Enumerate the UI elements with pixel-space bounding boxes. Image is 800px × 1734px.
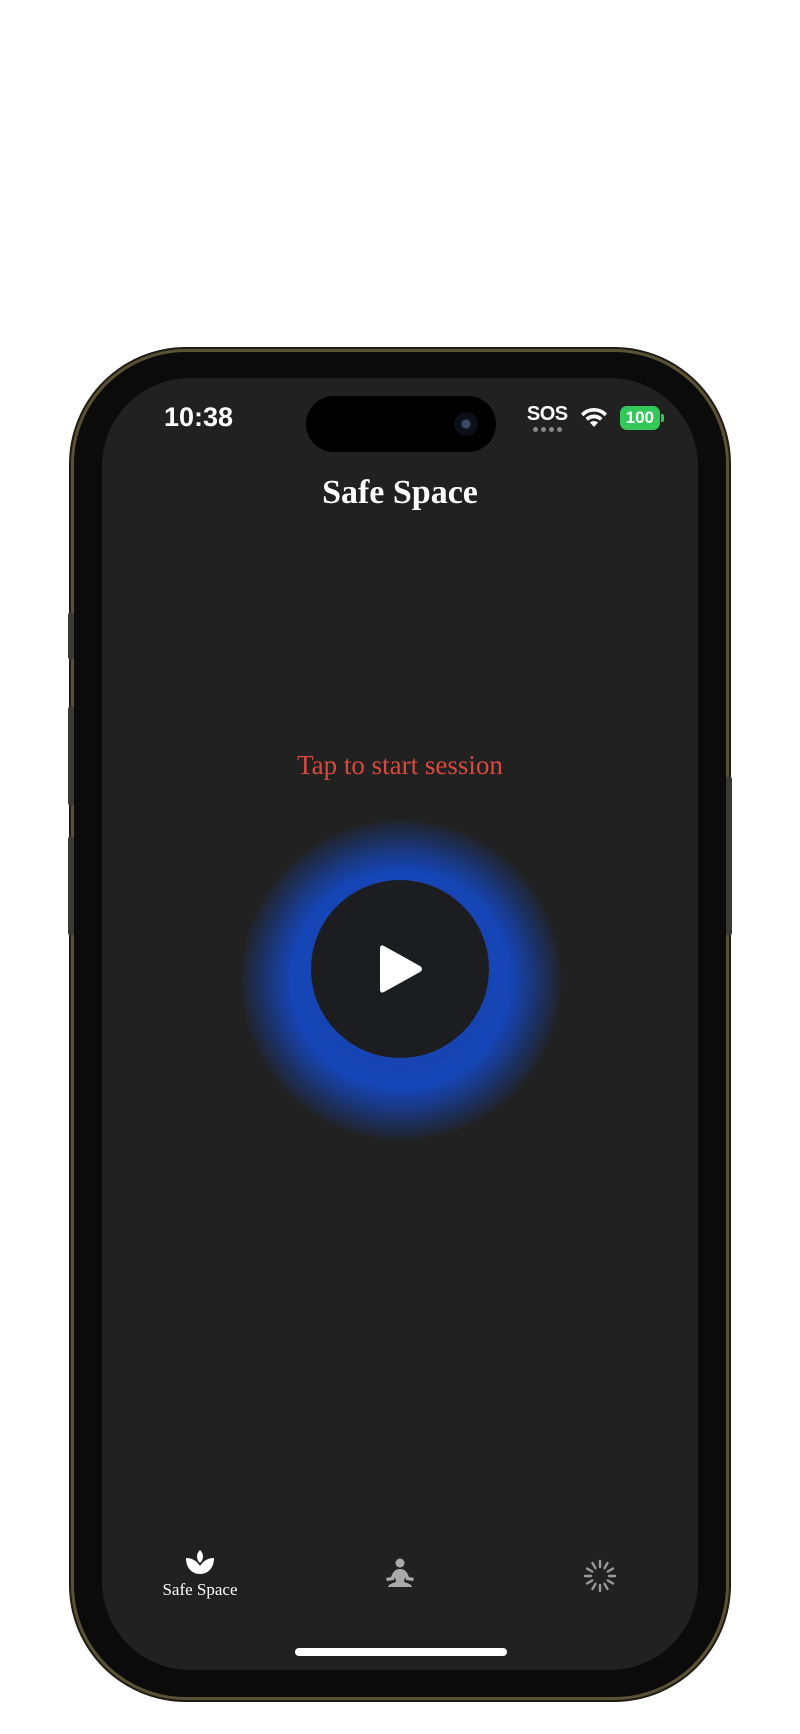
status-time: 10:38 xyxy=(164,402,234,432)
home-indicator[interactable] xyxy=(295,1648,507,1656)
dynamic-island xyxy=(306,396,496,452)
tab-safe-space-label: Safe Space xyxy=(162,1580,238,1599)
play-icon xyxy=(380,945,422,993)
sos-label: SOS xyxy=(526,403,568,425)
play-button[interactable] xyxy=(311,880,489,1058)
tab-progress[interactable] xyxy=(545,1558,655,1594)
power-button xyxy=(726,776,732,936)
page-title: Safe Space xyxy=(322,474,478,511)
volume-down-button xyxy=(68,836,74,936)
tab-meditate[interactable] xyxy=(345,1558,455,1590)
start-session-prompt: Tap to start session xyxy=(297,750,503,780)
signal-dots-icon xyxy=(532,427,562,432)
loading-spinner-icon xyxy=(583,1559,617,1593)
wifi-icon xyxy=(580,407,607,427)
volume-up-button xyxy=(68,706,74,806)
status-indicators: SOS 100 xyxy=(527,404,665,432)
battery-indicator: 100 xyxy=(619,406,665,430)
sos-indicator: SOS xyxy=(527,404,568,432)
meditation-icon xyxy=(386,1558,414,1587)
tab-bar: Safe Space xyxy=(102,1548,698,1628)
action-button xyxy=(68,612,74,660)
camera-icon xyxy=(454,412,478,436)
lotus-icon xyxy=(186,1550,214,1574)
tab-safe-space[interactable]: Safe Space xyxy=(145,1548,255,1600)
app-screen: 10:38 SOS 100 Safe Space Tap to start se… xyxy=(102,378,698,1670)
